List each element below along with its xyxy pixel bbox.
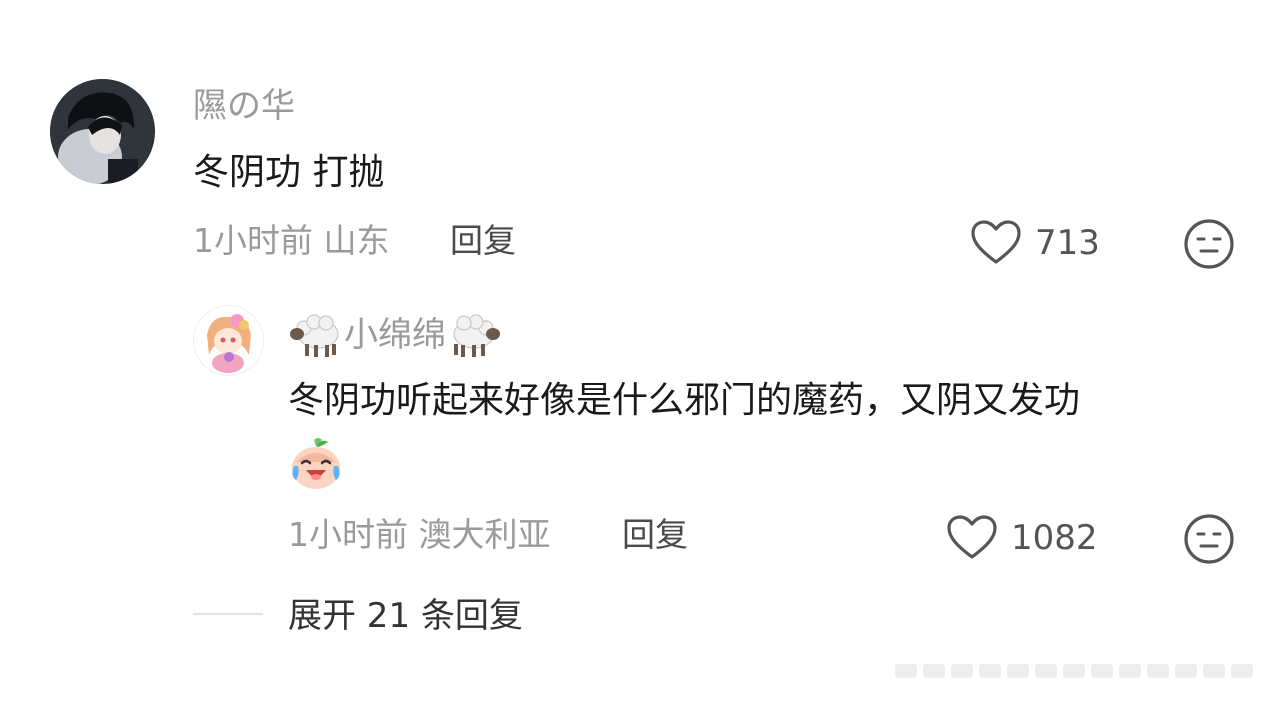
reply-text: 冬阴功听起来好像是什么邪门的魔药，又阴又发功 (288, 380, 1081, 421)
reply-like-count: 1082 (1011, 518, 1098, 558)
reply-avatar[interactable] (193, 305, 264, 376)
heart-outline-icon[interactable] (970, 219, 1022, 265)
expand-replies-button[interactable]: 展开 21 条回复 (288, 594, 523, 638)
reply-username-row[interactable]: 小绵绵 (288, 309, 502, 361)
reply-time: 1小时前 (288, 515, 408, 554)
comment-meta: 1小时前 山东 (193, 219, 390, 263)
avatar[interactable] (50, 79, 155, 184)
comment-location: 山东 (323, 221, 390, 260)
sheep-emoji-left (290, 314, 339, 357)
laugh-cry-emoji (288, 436, 344, 492)
divider (193, 613, 263, 615)
comment-text: 冬阴功 打抛 (193, 152, 385, 193)
comment-time: 1小时前 (193, 221, 313, 260)
like-count: 713 (1035, 223, 1100, 263)
reply-location: 澳大利亚 (418, 515, 551, 554)
reply-reply-button[interactable]: 回复 (622, 513, 688, 557)
reply-meta: 1小时前 澳大利亚 (288, 513, 551, 557)
watermark (895, 658, 1271, 684)
reply-button[interactable]: 回复 (450, 219, 516, 263)
neutral-face-icon[interactable] (1183, 513, 1235, 565)
reply-username[interactable]: 小绵绵 (344, 309, 446, 361)
heart-outline-icon[interactable] (946, 514, 998, 560)
sheep-emoji-right (453, 314, 500, 357)
username[interactable]: 隰の华 (193, 84, 295, 128)
neutral-face-icon[interactable] (1183, 218, 1235, 270)
